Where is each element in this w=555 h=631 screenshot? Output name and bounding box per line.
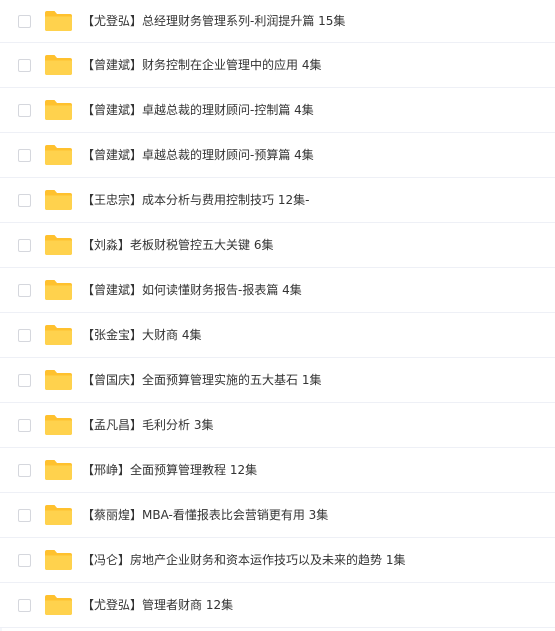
folder-name[interactable]: 【曾建斌】卓越总裁的理财顾问-控制篇 4集: [82, 102, 314, 118]
row-checkbox[interactable]: [18, 103, 31, 117]
folder-name[interactable]: 【刘淼】老板财税管控五大关键 6集: [82, 237, 273, 253]
file-row[interactable]: 【孟凡昌】毛利分析 3集: [0, 403, 555, 448]
file-row[interactable]: 【刘淼】老板财税管控五大关键 6集: [0, 223, 555, 268]
row-checkbox[interactable]: [18, 14, 31, 28]
row-checkbox[interactable]: [18, 553, 31, 567]
row-checkbox[interactable]: [18, 598, 31, 612]
folder-name[interactable]: 【蔡丽煌】MBA-看懂报表比会营销更有用 3集: [82, 507, 328, 523]
folder-name[interactable]: 【尤登弘】管理者财商 12集: [82, 597, 233, 613]
folder-icon: [45, 325, 72, 345]
folder-icon: [45, 145, 72, 165]
folder-name[interactable]: 【张金宝】大财商 4集: [82, 327, 201, 343]
file-row[interactable]: 【张金宝】大财商 4集: [0, 313, 555, 358]
folder-name[interactable]: 【曾建斌】卓越总裁的理财顾问-预算篇 4集: [82, 147, 314, 163]
folder-name[interactable]: 【王忠宗】成本分析与费用控制技巧 12集-: [82, 192, 309, 208]
folder-name[interactable]: 【尤登弘】总经理财务管理系列-利润提升篇 15集: [82, 13, 345, 29]
file-row[interactable]: 【曾国庆】全面预算管理实施的五大基石 1集: [0, 358, 555, 403]
file-row[interactable]: 【曾建斌】卓越总裁的理财顾问-控制篇 4集: [0, 88, 555, 133]
folder-icon: [45, 11, 72, 31]
file-row[interactable]: 【尤登弘】总经理财务管理系列-利润提升篇 15集: [0, 0, 555, 43]
file-row[interactable]: 【曾建斌】卓越总裁的理财顾问-预算篇 4集: [0, 133, 555, 178]
file-row[interactable]: 【冯仑】房地产企业财务和资本运作技巧以及未来的趋势 1集: [0, 538, 555, 583]
folder-icon: [45, 280, 72, 300]
folder-icon: [45, 505, 72, 525]
row-checkbox[interactable]: [18, 328, 31, 342]
folder-icon: [45, 460, 72, 480]
file-row[interactable]: 【蔡丽煌】MBA-看懂报表比会营销更有用 3集: [0, 493, 555, 538]
file-row[interactable]: 【尤登弘】管理者财商 12集: [0, 583, 555, 628]
file-list: 【尤登弘】总经理财务管理系列-利润提升篇 15集 【曾建斌】财务控制在企业管理中…: [0, 0, 555, 631]
file-row[interactable]: 【邢峥】全面预算管理教程 12集: [0, 448, 555, 493]
folder-icon: [45, 550, 72, 570]
folder-icon: [45, 415, 72, 435]
row-checkbox[interactable]: [18, 373, 31, 387]
row-checkbox[interactable]: [18, 58, 31, 72]
folder-name[interactable]: 【曾建斌】财务控制在企业管理中的应用 4集: [82, 57, 321, 73]
folder-name[interactable]: 【曾国庆】全面预算管理实施的五大基石 1集: [82, 372, 321, 388]
file-row[interactable]: 【王忠宗】成本分析与费用控制技巧 12集-: [0, 178, 555, 223]
folder-name[interactable]: 【曾建斌】如何读懂财务报告-报表篇 4集: [82, 282, 302, 298]
folder-name[interactable]: 【邢峥】全面预算管理教程 12集: [82, 462, 257, 478]
file-row[interactable]: 【曾建斌】如何读懂财务报告-报表篇 4集: [0, 268, 555, 313]
row-checkbox[interactable]: [18, 238, 31, 252]
file-row[interactable]: 【曾建斌】财务控制在企业管理中的应用 4集: [0, 43, 555, 88]
folder-icon: [45, 55, 72, 75]
folder-icon: [45, 370, 72, 390]
folder-name[interactable]: 【孟凡昌】毛利分析 3集: [82, 417, 213, 433]
row-checkbox[interactable]: [18, 148, 31, 162]
row-checkbox[interactable]: [18, 283, 31, 297]
row-checkbox[interactable]: [18, 508, 31, 522]
row-checkbox[interactable]: [18, 193, 31, 207]
folder-icon: [45, 190, 72, 210]
folder-name[interactable]: 【冯仑】房地产企业财务和资本运作技巧以及未来的趋势 1集: [82, 552, 405, 568]
folder-icon: [45, 595, 72, 615]
row-checkbox[interactable]: [18, 418, 31, 432]
row-checkbox[interactable]: [18, 463, 31, 477]
folder-icon: [45, 235, 72, 255]
folder-icon: [45, 100, 72, 120]
